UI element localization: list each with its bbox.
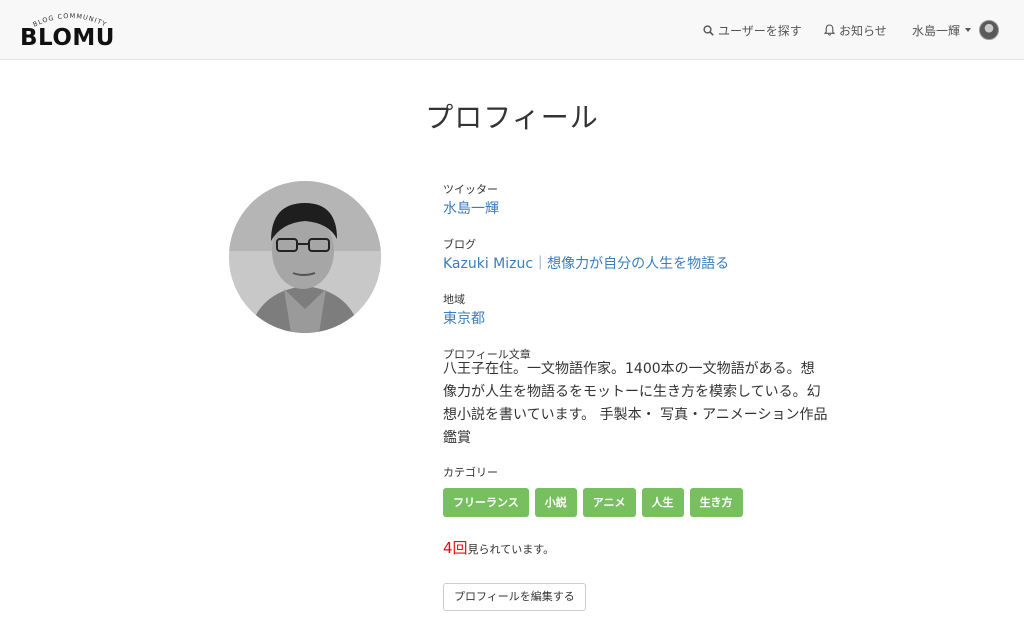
top-navbar: BLOG COMMUNITY BLOMU ユーザーを探す お知らせ 水島一輝 xyxy=(0,0,1024,60)
avatar xyxy=(979,20,1000,40)
nav-search-label: ユーザーを探す xyxy=(718,23,802,38)
category-tag[interactable]: 人生 xyxy=(641,488,684,517)
blog-link[interactable]: Kazuki Mizuc｜想像力が自分の人生を物語る xyxy=(443,253,729,273)
twitter-label: ツイッター xyxy=(443,183,498,196)
category-tag[interactable]: 小説 xyxy=(534,488,577,517)
category-tag[interactable]: フリーランス xyxy=(443,488,529,517)
nav-search[interactable]: ユーザーを探す xyxy=(703,0,802,60)
category-label: カテゴリー xyxy=(443,466,498,479)
category-tag[interactable]: アニメ xyxy=(582,488,636,517)
view-count-suffix: 見られています。 xyxy=(467,543,555,556)
category-tag[interactable]: 生き方 xyxy=(689,488,743,517)
user-name: 水島一輝 xyxy=(912,23,961,38)
search-icon xyxy=(703,24,714,36)
bell-icon xyxy=(824,24,835,36)
view-count-number: 4回 xyxy=(443,539,468,557)
blog-label: ブログ xyxy=(443,238,476,251)
view-count: 4回見られています。 xyxy=(443,537,554,558)
bio-text: 八王子在住。一文物語作家。1400本の一文物語がある。想像力が人生を物語るをモッ… xyxy=(443,361,828,446)
profile-photo xyxy=(229,181,381,333)
nav-notice-label: お知らせ xyxy=(839,23,887,38)
logo-text: BLOMU xyxy=(20,25,115,51)
region-link[interactable]: 東京都 xyxy=(443,308,485,328)
nav-notice[interactable]: お知らせ xyxy=(824,0,887,60)
site-logo[interactable]: BLOG COMMUNITY BLOMU xyxy=(18,10,122,52)
category-tags: フリーランス 小説 アニメ 人生 生き方 xyxy=(443,488,743,517)
page-title: プロフィール xyxy=(425,101,599,134)
user-menu[interactable]: 水島一輝 xyxy=(912,0,1000,60)
region-label: 地域 xyxy=(443,293,465,306)
chevron-down-icon xyxy=(965,28,972,32)
edit-profile-button[interactable]: プロフィールを編集する xyxy=(443,583,586,611)
twitter-link[interactable]: 水島一輝 xyxy=(443,198,499,218)
